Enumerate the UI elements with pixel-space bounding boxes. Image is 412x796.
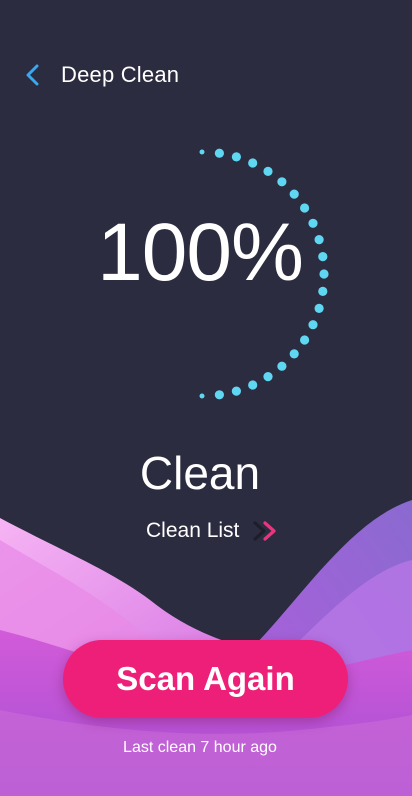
progress-dot [314, 303, 324, 313]
progress-dot [199, 393, 205, 399]
progress-dot [277, 177, 287, 187]
progress-dot [289, 349, 299, 359]
progress-dot [214, 148, 224, 158]
clean-list-label: Clean List [146, 519, 240, 542]
progress-dot [248, 158, 258, 168]
status-label: Clean [139, 447, 261, 499]
progress-dot [199, 149, 205, 155]
progress-dot [289, 189, 299, 199]
progress-dot [263, 166, 273, 176]
chevron-right-icon [253, 520, 279, 542]
scan-again-button[interactable]: Scan Again [63, 640, 348, 718]
progress-dot [231, 386, 241, 396]
progress-dot [308, 320, 318, 330]
last-clean-text: Last clean 7 hour ago [123, 739, 277, 756]
progress-percent: 100% [97, 207, 304, 298]
clean-list-link[interactable]: Clean List [146, 516, 279, 546]
progress-dot [300, 335, 310, 345]
progress-dot [277, 361, 287, 371]
progress-dot [231, 152, 241, 162]
deep-clean-screen: Deep Clean 100% Clean Clean List Scan Ag… [0, 0, 412, 796]
progress-dot [263, 372, 273, 382]
progress-dot [248, 380, 258, 390]
progress-dot [214, 390, 224, 400]
